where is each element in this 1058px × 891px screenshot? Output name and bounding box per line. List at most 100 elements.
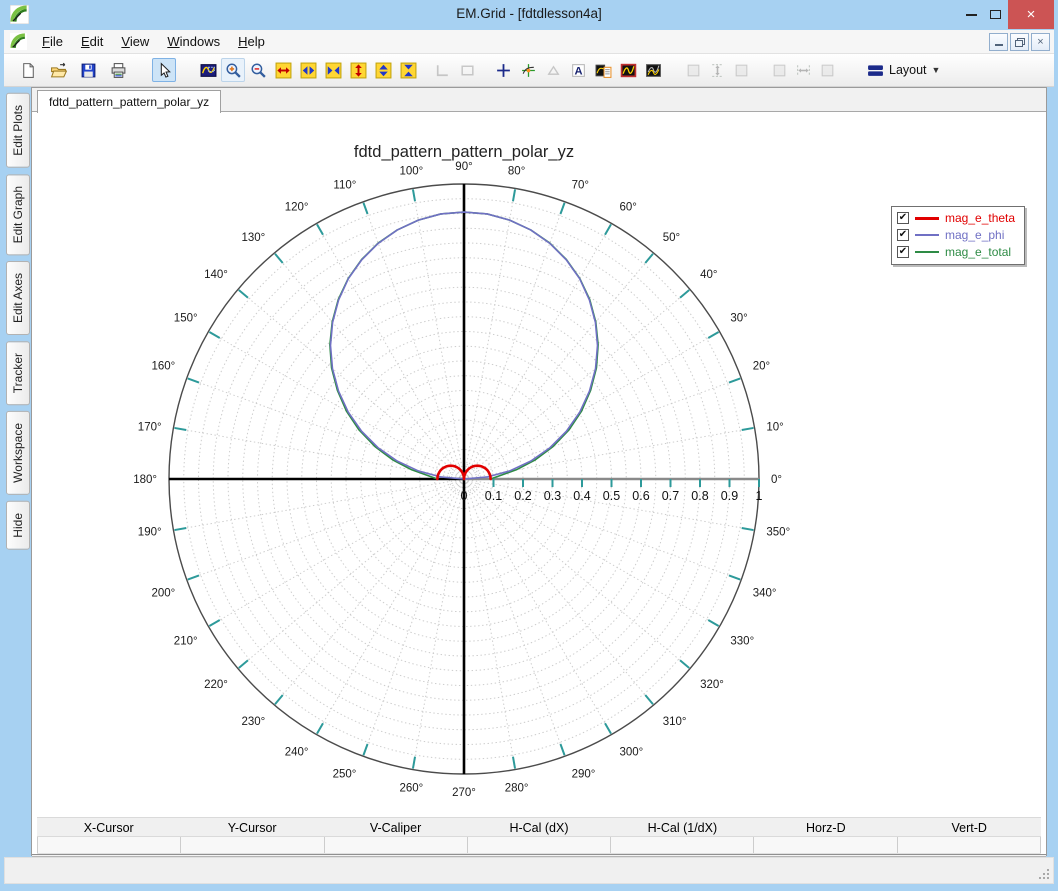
svg-text:150°: 150° [174,313,198,325]
legend-checkbox[interactable]: ✔ [897,229,909,241]
zoom-out-icon [250,62,266,78]
svg-text:340°: 340° [753,588,777,600]
open-file-button[interactable] [46,58,70,82]
cursor-table-row [37,837,1041,854]
pan-y-button[interactable] [371,58,395,82]
svg-text:0.5: 0.5 [603,489,620,503]
mdi-minimize-icon [994,43,1003,46]
document-tab[interactable]: fdtd_pattern_pattern_polar_yz [37,90,222,113]
sidebar-tab-hide[interactable]: Hide [6,501,30,550]
zoom-in-button[interactable] [221,58,245,82]
pan-y-icon [375,62,391,78]
print-icon [111,62,125,78]
sidebar-tab-edit-axes[interactable]: Edit Axes [6,261,30,336]
svg-text:170°: 170° [138,421,162,433]
menubar: File Edit View Windows Help × [4,30,1054,54]
legend-item-mag_e_total: ✔ mag_e_total [897,245,1015,259]
maximize-button[interactable] [984,0,1006,29]
svg-text:220°: 220° [204,679,228,691]
svg-text:0.1: 0.1 [485,489,502,503]
minimize-button[interactable] [960,0,982,29]
legend-checkbox[interactable]: ✔ [897,212,909,224]
pan-x-icon [300,62,316,78]
subplot-right-icon [773,64,785,76]
plots-dark-button[interactable] [641,58,665,82]
document-tab-bar: fdtd_pattern_pattern_polar_yz [32,88,1046,113]
svg-text:0.8: 0.8 [691,489,708,503]
zoom-out-button[interactable] [246,58,270,82]
zoom-box-button[interactable] [196,58,220,82]
column-header-horz-d: Horz-D [806,821,846,835]
menu-item-help[interactable]: Help [229,31,274,52]
svg-text:190°: 190° [138,527,162,539]
mdi-close-icon: × [1037,35,1044,48]
plot-list-icon [595,64,611,78]
close-button[interactable]: × [1008,0,1054,29]
expand-x-icon [275,62,291,78]
plot-list-button[interactable] [591,58,615,82]
subplot-end-icon [821,64,833,76]
tracker-button[interactable] [516,58,540,82]
menu-item-windows[interactable]: Windows [158,31,229,52]
mdi-minimize-button[interactable] [989,32,1008,51]
shrink-x-button[interactable] [321,58,345,82]
mdi-restore-button[interactable] [1010,32,1029,51]
sidebar-tab-tracker[interactable]: Tracker [6,341,30,406]
legend: ✔ mag_e_theta ✔ mag_e_phi ✔ mag_e_total [891,206,1026,265]
menu-item-edit[interactable]: Edit [72,31,112,52]
pan-x-button[interactable] [296,58,320,82]
svg-text:100°: 100° [399,166,423,178]
svg-text:10°: 10° [766,421,783,433]
legend-line-sample [915,234,939,236]
expand-h-dashed-button [791,58,815,82]
mdi-close-button[interactable]: × [1031,32,1050,51]
shrink-y-button[interactable] [396,58,420,82]
layout-button[interactable]: Layout ▼ [859,58,948,82]
resize-grip-icon[interactable] [1037,867,1051,881]
pointer-icon [160,61,171,78]
shrink-y-icon [400,62,416,78]
sidebar-tab-edit-graph[interactable]: Edit Graph [6,173,30,256]
svg-text:70°: 70° [572,179,589,191]
expand-x-button[interactable] [271,58,295,82]
sidebar-tab-edit-plots[interactable]: Edit Plots [6,93,30,168]
svg-text:0.6: 0.6 [632,489,649,503]
svg-text:280°: 280° [505,782,529,794]
text-label-button[interactable]: A [566,58,590,82]
svg-text:50°: 50° [663,232,680,244]
column-header-vert-d: Vert-D [951,821,987,835]
app-window: EM.Grid - [fdtdlesson4a] × File Edit View W… [0,0,1058,891]
mdi-restore-icon [1015,37,1025,47]
caret-down-icon: ▼ [931,65,941,75]
expand-y-button[interactable] [346,58,370,82]
axes-corner-button [430,58,454,82]
menu-item-view[interactable]: View [112,31,158,52]
legend-label: mag_e_theta [945,211,1016,225]
save-button[interactable] [76,58,100,82]
svg-text:200°: 200° [151,588,175,600]
svg-text:240°: 240° [285,746,309,758]
crosshair-button[interactable] [491,58,515,82]
new-file-icon [22,62,34,78]
subplot-left-icon [687,64,699,76]
svg-text:40°: 40° [700,269,717,281]
column-header-x-cursor: X-Cursor [83,821,134,835]
svg-text:290°: 290° [572,769,596,781]
svg-text:30°: 30° [730,313,747,325]
cell-value [611,837,755,853]
menu-item-file[interactable]: File [33,31,72,52]
pointer-button[interactable] [152,58,176,82]
svg-text:310°: 310° [663,716,687,728]
legend-checkbox[interactable]: ✔ [897,246,909,258]
menu-items: File Edit View Windows Help [33,31,274,52]
plot-dark-button[interactable] [616,58,640,82]
cell-value [37,837,182,853]
window-title: EM.Grid - [fdtdlesson4a] [456,6,602,21]
svg-text:1: 1 [756,489,763,503]
print-button[interactable] [106,58,130,82]
subplot-mid-button [729,58,753,82]
new-file-button[interactable] [16,58,40,82]
status-bar [4,857,1054,884]
sidebar-tab-workspace[interactable]: Workspace [6,411,30,496]
titlebar: EM.Grid - [fdtdlesson4a] × [0,0,1058,30]
